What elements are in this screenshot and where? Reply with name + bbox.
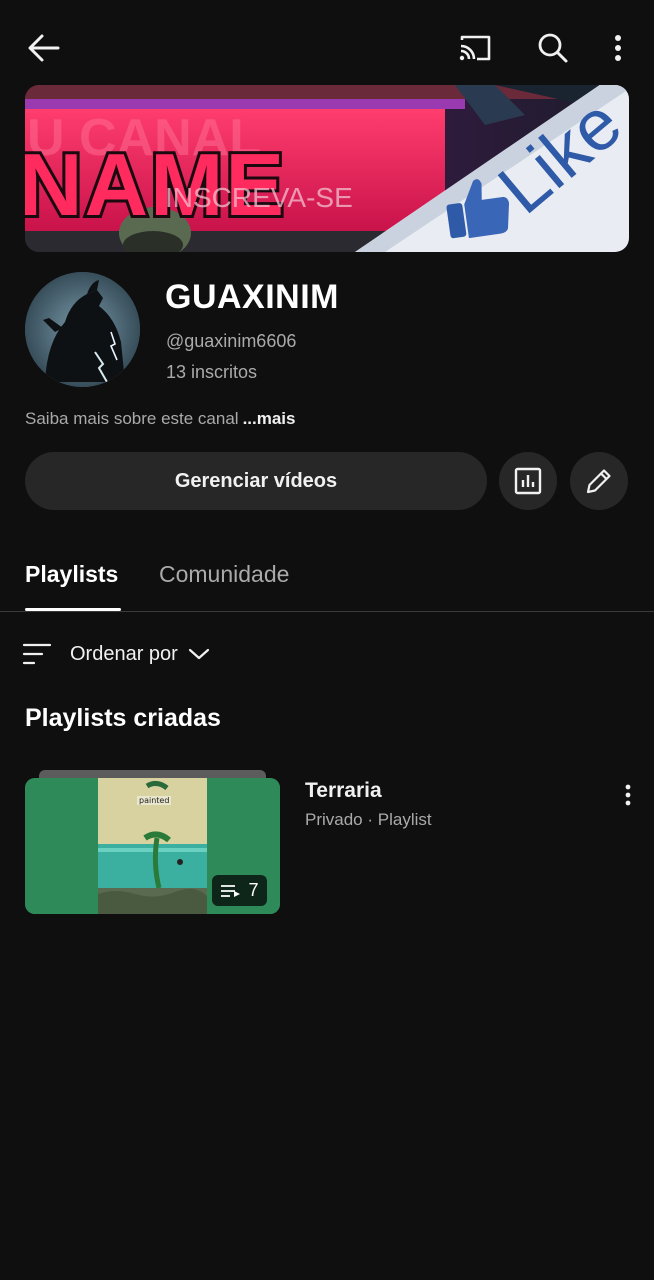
video-count-badge: 7 xyxy=(212,875,267,906)
pencil-icon xyxy=(586,469,611,494)
playlist-icon xyxy=(221,884,241,897)
channel-tabs: Playlists Comunidade xyxy=(0,540,654,612)
sort-lines-icon xyxy=(22,643,52,665)
channel-name: GUAXINIM xyxy=(165,278,339,316)
more-vertical-icon xyxy=(615,35,621,61)
about-more: ...mais xyxy=(242,409,296,428)
playlist-meta: Privado · Playlist xyxy=(305,810,432,829)
tab-playlists[interactable]: Playlists xyxy=(25,561,118,588)
more-options-button[interactable] xyxy=(600,26,636,70)
channel-avatar[interactable] xyxy=(25,272,140,387)
thumb-label: painted xyxy=(139,796,169,805)
about-channel-link[interactable]: Saiba mais sobre este canal ...mais xyxy=(25,409,295,429)
top-app-bar xyxy=(0,0,654,94)
search-icon xyxy=(538,33,568,63)
video-count: 7 xyxy=(248,880,259,900)
cast-icon xyxy=(459,35,491,61)
tab-community[interactable]: Comunidade xyxy=(159,561,289,588)
channel-handle: @guaxinim6606 xyxy=(166,331,297,351)
sort-label: Ordenar por xyxy=(70,642,178,665)
playlist-menu-button[interactable] xyxy=(613,780,643,810)
playlist-stack-edge xyxy=(39,770,266,778)
playlist-thumbnail[interactable]: painted 7 xyxy=(25,778,280,914)
playlist-title[interactable]: Terraria xyxy=(305,779,382,803)
section-title: Playlists criadas xyxy=(25,704,221,732)
more-vertical-icon xyxy=(625,784,631,806)
sort-button[interactable]: Ordenar por xyxy=(22,634,210,674)
cast-button[interactable] xyxy=(452,26,498,70)
search-button[interactable] xyxy=(530,26,576,70)
manage-videos-button[interactable]: Gerenciar vídeos xyxy=(25,452,487,510)
tab-selected-indicator xyxy=(25,608,121,611)
about-text: Saiba mais sobre este canal xyxy=(25,409,239,428)
channel-banner: U CANAL NAME NAME INSCREVA-SE Like xyxy=(25,85,629,252)
chevron-down-icon xyxy=(188,648,209,660)
arrow-left-icon xyxy=(28,34,60,62)
edit-channel-button[interactable] xyxy=(570,452,628,510)
bar-chart-icon xyxy=(514,467,542,495)
playlist-item[interactable]: painted 7 Terraria Privado · Playlist xyxy=(25,770,645,915)
banner-subscribe-text: INSCREVA-SE xyxy=(165,182,353,213)
subscriber-count: 13 inscritos xyxy=(166,362,258,382)
analytics-button[interactable] xyxy=(499,452,557,510)
back-button[interactable] xyxy=(20,26,68,70)
